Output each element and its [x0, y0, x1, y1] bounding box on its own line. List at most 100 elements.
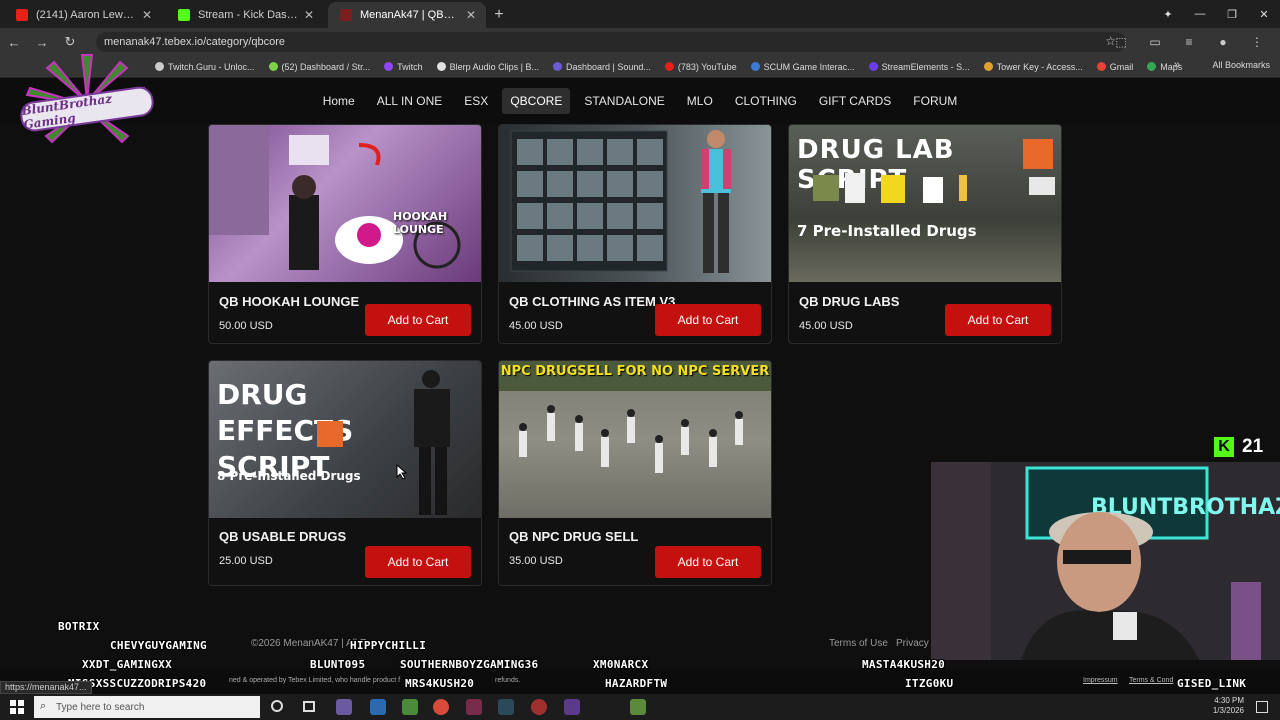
close-window-icon[interactable]: ✕ [1248, 0, 1280, 28]
windows-start-icon[interactable] [10, 700, 24, 714]
bookmark-item[interactable]: Tower Key - Access... [983, 62, 1083, 72]
tab-title: (2141) Aaron Lewis - "Country [36, 9, 136, 21]
webcam-overlay: BLUNTBROTHAZ [931, 462, 1280, 660]
add-to-cart-button[interactable]: Add to Cart [365, 304, 471, 336]
taskbar-clock[interactable]: 4:30 PM 1/3/2026 [1213, 696, 1244, 716]
close-tab-icon[interactable]: ✕ [466, 8, 476, 22]
app-icon[interactable] [402, 699, 418, 715]
address-bar-row: ← → ↻ menanak47.tebex.io/category/qbcore… [0, 28, 1280, 56]
menu-icon[interactable]: ⋮ [1240, 28, 1274, 56]
notification-icon[interactable] [1256, 701, 1268, 713]
product-name[interactable]: QB HOOKAH LOUNGE [219, 294, 359, 309]
task-view-icon[interactable] [303, 701, 315, 712]
app-icon[interactable] [498, 699, 514, 715]
product-card: DRUG EFFECTS SCRIPT 8 Pre-Installed Drug… [208, 360, 482, 586]
mouse-cursor-icon [396, 464, 408, 480]
banner-subtitle: 8 Pre-Installed Drugs [217, 469, 361, 483]
add-to-cart-button[interactable]: Add to Cart [655, 546, 761, 578]
bookmark-icon [868, 62, 878, 71]
drug-items-graphic [813, 139, 1055, 203]
app-icon[interactable] [531, 699, 547, 715]
nav-gift-cards[interactable]: GIFT CARDS [811, 88, 899, 114]
nav-home[interactable]: Home [315, 88, 363, 114]
product-name[interactable]: QB DRUG LABS [799, 294, 899, 309]
chrome-icon[interactable] [433, 699, 449, 715]
tab-title: MenanAk47 | QBCORE [360, 9, 460, 21]
bookmark-item[interactable]: Twitch [384, 62, 423, 72]
bookmark-icon [983, 62, 993, 71]
bookmark-item[interactable]: Twitch.Guru - Unloc... [155, 62, 255, 72]
bookmark-item[interactable]: Dashboard | Sound... [552, 62, 651, 72]
chat-username: BOTRIX [58, 620, 100, 633]
media-icon[interactable]: ≡ [1172, 28, 1206, 56]
product-image[interactable]: NPC DRUGSELL FOR NO NPC SERVER [499, 361, 771, 518]
product-name[interactable]: QB NPC DRUG SELL [509, 529, 638, 544]
app-icon[interactable] [630, 699, 646, 715]
maximize-icon[interactable]: ❐ [1216, 0, 1248, 28]
close-tab-icon[interactable]: ✕ [142, 8, 152, 22]
new-tab-button[interactable]: + [486, 2, 512, 28]
character-graphic [317, 370, 450, 515]
bookmark-icon [664, 62, 674, 71]
site-logo[interactable]: BluntBrothaz Gaming [12, 50, 162, 150]
taskbar-search-field[interactable]: ⌕ Type here to search [34, 696, 260, 718]
add-to-cart-button[interactable]: Add to Cart [365, 546, 471, 578]
product-image[interactable] [499, 125, 771, 282]
all-bookmarks-button[interactable]: All Bookmarks [1212, 60, 1270, 70]
browser-tab-menanak47[interactable]: MenanAk47 | QBCORE ✕ [328, 2, 486, 28]
product-card: HOOKAH LOUNGE QB HOOKAH LOUNGE 50.00 USD… [208, 124, 482, 344]
cortana-icon[interactable] [271, 700, 283, 712]
app-icon[interactable] [466, 699, 482, 715]
profile-icon[interactable]: ✦ [1152, 0, 1184, 28]
footer-impressum-link[interactable]: Impressum [1083, 677, 1118, 684]
product-name[interactable]: QB USABLE DRUGS [219, 529, 346, 544]
product-price: 45.00 USD [799, 320, 853, 332]
mail-icon[interactable] [370, 699, 386, 715]
nav-forum[interactable]: FORUM [905, 88, 965, 114]
hookah-scene-graphic [209, 125, 461, 270]
chevron-more-icon[interactable]: » [1174, 59, 1180, 71]
tab-title: Stream - Kick Dashboard [198, 9, 298, 21]
app-icon[interactable] [564, 699, 580, 715]
cast-icon[interactable]: ▭ [1138, 28, 1172, 56]
product-name[interactable]: QB CLOTHING AS ITEM V3 [509, 294, 675, 309]
bookmark-icon [1096, 62, 1106, 71]
bookmark-item[interactable]: (52) Dashboard / Str... [268, 62, 370, 72]
product-image[interactable]: HOOKAH LOUNGE [209, 125, 481, 282]
close-tab-icon[interactable]: ✕ [304, 8, 314, 22]
chat-username: ITZG0KU [905, 677, 954, 690]
product-image[interactable]: DRUG LAB SCRIPT 7 Pre-Installed Drugs [789, 125, 1061, 282]
nav-all-in-one[interactable]: ALL IN ONE [369, 88, 451, 114]
chat-username: XXDT_GAMINGXX [82, 658, 172, 671]
avatar[interactable]: ● [1206, 28, 1240, 56]
bookmark-item[interactable]: Blerp Audio Clips | B... [436, 62, 539, 72]
nav-mlo[interactable]: MLO [679, 88, 721, 114]
browser-tab-kick[interactable]: Stream - Kick Dashboard ✕ [166, 2, 324, 28]
url-field[interactable]: menanak47.tebex.io/category/qbcore ☆ [96, 32, 1126, 52]
extensions-icon[interactable]: ⬚ [1104, 28, 1138, 56]
bookmark-item[interactable]: Gmail [1096, 62, 1133, 72]
product-image[interactable]: DRUG EFFECTS SCRIPT 8 Pre-Installed Drug… [209, 361, 481, 518]
add-to-cart-button[interactable]: Add to Cart [655, 304, 761, 336]
bookmark-item[interactable]: (783) YouTube [664, 62, 737, 72]
status-url-tooltip: https://menanak47... [0, 681, 92, 694]
nav-standalone[interactable]: STANDALONE [576, 88, 672, 114]
add-to-cart-button[interactable]: Add to Cart [945, 304, 1051, 336]
nav-clothing[interactable]: CLOTHING [727, 88, 805, 114]
nav-esx[interactable]: ESX [456, 88, 496, 114]
minimize-icon[interactable]: — [1184, 0, 1216, 28]
chat-username: XM0NARCX [593, 658, 649, 671]
bookmark-item[interactable]: SCUM Game Interac... [750, 62, 855, 72]
nav-qbcore[interactable]: QBCORE [502, 88, 571, 114]
footer-terms-conditions-link[interactable]: Terms & Cond [1129, 677, 1173, 684]
app-icon[interactable] [336, 699, 352, 715]
site-favicon-icon [340, 9, 352, 21]
browser-tab-youtube[interactable]: (2141) Aaron Lewis - "Country ✕ [4, 2, 162, 28]
site-nav: Home ALL IN ONE ESX QBCORE STANDALONE ML… [0, 78, 1280, 124]
footer-terms-link[interactable]: Terms of Use [829, 638, 888, 649]
bookmark-item[interactable]: StreamElements - S... [868, 62, 970, 72]
window-controls: ✦ — ❐ ✕ [1152, 0, 1280, 28]
banner-text: HOOKAH LOUNGE [393, 210, 448, 236]
viewer-count-value: 21 [1242, 436, 1264, 457]
banner-title: NPC DRUGSELL FOR NO NPC SERVER [500, 364, 770, 379]
